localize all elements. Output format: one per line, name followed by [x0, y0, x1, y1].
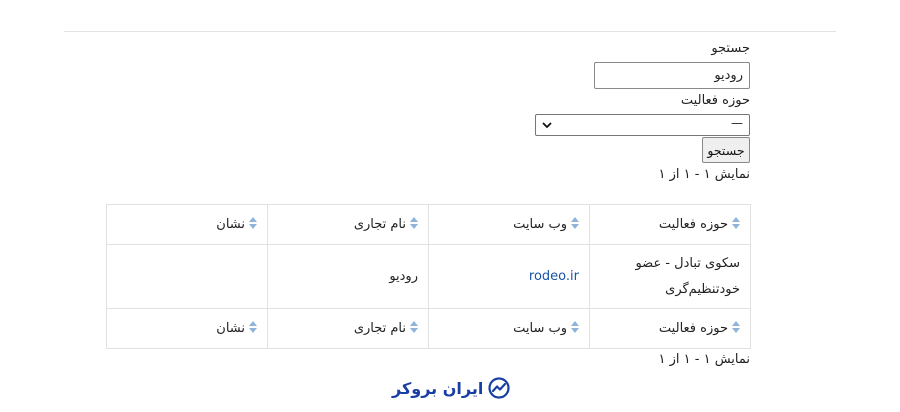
footer-brand-name: ایران بروکر — [392, 378, 484, 398]
results-count-top: نمایش ۱ - ۱ از ۱ — [658, 167, 751, 182]
sort-icon — [410, 321, 418, 333]
sort-icon — [732, 217, 740, 229]
trend-chart-icon — [488, 377, 510, 399]
cell-website: rodeo.ir — [428, 244, 590, 309]
table-header-row: حوزه فعالیت وب سایت نام تجاری نشان — [106, 204, 751, 245]
results-count-bottom: نمایش ۱ - ۱ از ۱ — [658, 352, 751, 367]
search-label: جستجو — [711, 41, 750, 56]
sort-icon — [249, 217, 257, 229]
sort-icon — [249, 321, 257, 333]
field-select-value: — — [731, 116, 743, 130]
cell-brand: رودیو — [267, 244, 429, 309]
sort-icon — [732, 321, 740, 333]
table-footer-row: حوزه فعالیت وب سایت نام تجاری نشان — [106, 308, 751, 349]
col-header-field[interactable]: حوزه فعالیت — [589, 204, 751, 245]
cell-field: سکوی تبادل - عضو خودتنظیم‌گری — [589, 244, 751, 309]
table-row: سکوی تبادل - عضو خودتنظیم‌گری rodeo.ir ر… — [106, 244, 751, 309]
results-table: حوزه فعالیت وب سایت نام تجاری نشان سکوی … — [106, 204, 751, 349]
col-header-logo[interactable]: نشان — [106, 204, 268, 245]
col-header-website[interactable]: وب سایت — [428, 204, 590, 245]
sort-icon — [410, 217, 418, 229]
website-link[interactable]: rodeo.ir — [529, 269, 579, 284]
search-button[interactable]: جستجو — [702, 137, 750, 163]
search-input[interactable] — [594, 62, 750, 89]
col-footer-logo[interactable]: نشان — [106, 308, 268, 349]
footer-brand-logo[interactable]: ایران بروکر — [392, 376, 510, 400]
col-footer-brand[interactable]: نام تجاری — [267, 308, 429, 349]
field-select[interactable]: — — [535, 114, 750, 136]
col-header-brand[interactable]: نام تجاری — [267, 204, 429, 245]
col-footer-field[interactable]: حوزه فعالیت — [589, 308, 751, 349]
cell-logo — [106, 244, 268, 309]
field-label: حوزه فعالیت — [680, 93, 750, 108]
chevron-down-icon — [542, 122, 552, 129]
col-footer-website[interactable]: وب سایت — [428, 308, 590, 349]
sort-icon — [571, 321, 579, 333]
top-divider — [64, 31, 836, 32]
sort-icon — [571, 217, 579, 229]
